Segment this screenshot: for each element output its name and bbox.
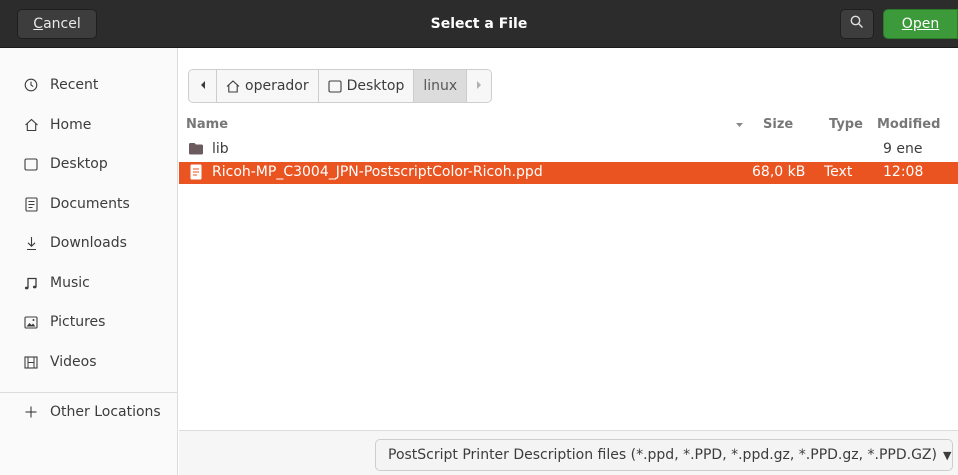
sidebar-item-documents[interactable]: Documents bbox=[0, 185, 177, 223]
chevron-right-icon bbox=[475, 78, 483, 94]
column-header-name[interactable]: Name bbox=[186, 117, 228, 132]
sidebar-item-label: Music bbox=[50, 275, 90, 291]
open-button[interactable]: Open bbox=[883, 9, 958, 39]
file-modified: 9 ene bbox=[883, 141, 923, 157]
cancel-mnemonic: C bbox=[33, 16, 44, 32]
path-crumb-label: linux bbox=[423, 78, 458, 94]
file-filter-dropdown[interactable]: PostScript Printer Description files (*.… bbox=[375, 439, 953, 471]
path-crumb-label: Desktop bbox=[346, 78, 405, 94]
sidebar-item-label: Pictures bbox=[50, 314, 106, 330]
sort-descending-icon bbox=[735, 117, 744, 132]
column-header-size[interactable]: Size bbox=[763, 117, 793, 132]
path-crumb-desktop[interactable]: Desktop bbox=[318, 70, 415, 102]
chevron-down-icon: ▼ bbox=[942, 448, 952, 462]
sidebar-item-label: Downloads bbox=[50, 235, 127, 251]
dialog-title: Select a File bbox=[430, 16, 528, 32]
sidebar-item-other-locations[interactable]: Other Locations bbox=[0, 393, 177, 431]
document-icon bbox=[22, 195, 40, 213]
path-crumb-label: operador bbox=[245, 78, 309, 94]
home-icon bbox=[22, 116, 40, 134]
text-file-icon bbox=[190, 164, 202, 184]
sidebar-item-music[interactable]: Music bbox=[0, 264, 177, 302]
film-icon bbox=[22, 353, 40, 371]
download-icon bbox=[22, 234, 40, 252]
plus-icon bbox=[22, 403, 40, 421]
file-list[interactable]: Name Size Type Modified lib 9 ene Ricoh-… bbox=[179, 112, 958, 430]
search-icon bbox=[850, 15, 864, 33]
cancel-button[interactable]: Cancel bbox=[17, 9, 97, 39]
file-name: lib bbox=[212, 141, 229, 157]
sidebar-item-label: Home bbox=[50, 117, 92, 133]
file-row[interactable]: lib 9 ene bbox=[179, 139, 958, 161]
home-icon bbox=[226, 79, 240, 93]
clock-icon bbox=[22, 76, 40, 94]
file-row-selected[interactable]: Ricoh-MP_C3004_JPN-PostscriptColor-Ricoh… bbox=[179, 162, 958, 184]
desktop-icon bbox=[22, 155, 40, 173]
open-label: Open bbox=[901, 16, 940, 32]
picture-icon bbox=[22, 313, 40, 331]
path-back-button[interactable] bbox=[189, 70, 217, 102]
header-bar: Cancel Select a File Open bbox=[0, 0, 958, 48]
sidebar-item-home[interactable]: Home bbox=[0, 106, 177, 144]
sidebar-item-label: Videos bbox=[50, 354, 97, 370]
path-bar: operador Desktop linux bbox=[188, 69, 493, 103]
sidebar-item-downloads[interactable]: Downloads bbox=[0, 224, 177, 262]
sidebar-item-videos[interactable]: Videos bbox=[0, 343, 177, 381]
sidebar-item-label: Desktop bbox=[50, 156, 108, 172]
sidebar-item-pictures[interactable]: Pictures bbox=[0, 303, 177, 341]
places-sidebar: Recent Home Desktop Documents Downloads … bbox=[0, 48, 178, 475]
sidebar-item-label: Recent bbox=[50, 77, 99, 93]
folder-icon bbox=[188, 142, 204, 159]
sidebar-item-label: Documents bbox=[50, 196, 130, 212]
desktop-icon bbox=[328, 79, 342, 93]
column-header-modified[interactable]: Modified bbox=[877, 117, 940, 132]
file-modified: 12:08 bbox=[883, 164, 924, 180]
cancel-label: ancel bbox=[43, 16, 81, 32]
file-name: Ricoh-MP_C3004_JPN-PostscriptColor-Ricoh… bbox=[212, 164, 543, 180]
sidebar-item-desktop[interactable]: Desktop bbox=[0, 145, 177, 183]
dialog-footer: PostScript Printer Description files (*.… bbox=[179, 430, 958, 475]
chevron-left-icon bbox=[199, 78, 207, 94]
file-type: Text bbox=[824, 164, 853, 180]
file-size: 68,0 kB bbox=[752, 164, 806, 180]
path-crumb-linux[interactable]: linux bbox=[414, 70, 468, 102]
sidebar-item-recent[interactable]: Recent bbox=[0, 66, 177, 104]
path-crumb-home[interactable]: operador bbox=[217, 70, 319, 102]
file-filter-label: PostScript Printer Description files (*.… bbox=[388, 447, 937, 463]
sidebar-item-label: Other Locations bbox=[50, 404, 161, 420]
path-forward-button[interactable] bbox=[467, 70, 492, 102]
music-icon bbox=[22, 274, 40, 292]
column-header-type[interactable]: Type bbox=[829, 117, 863, 132]
search-button[interactable] bbox=[840, 9, 874, 39]
